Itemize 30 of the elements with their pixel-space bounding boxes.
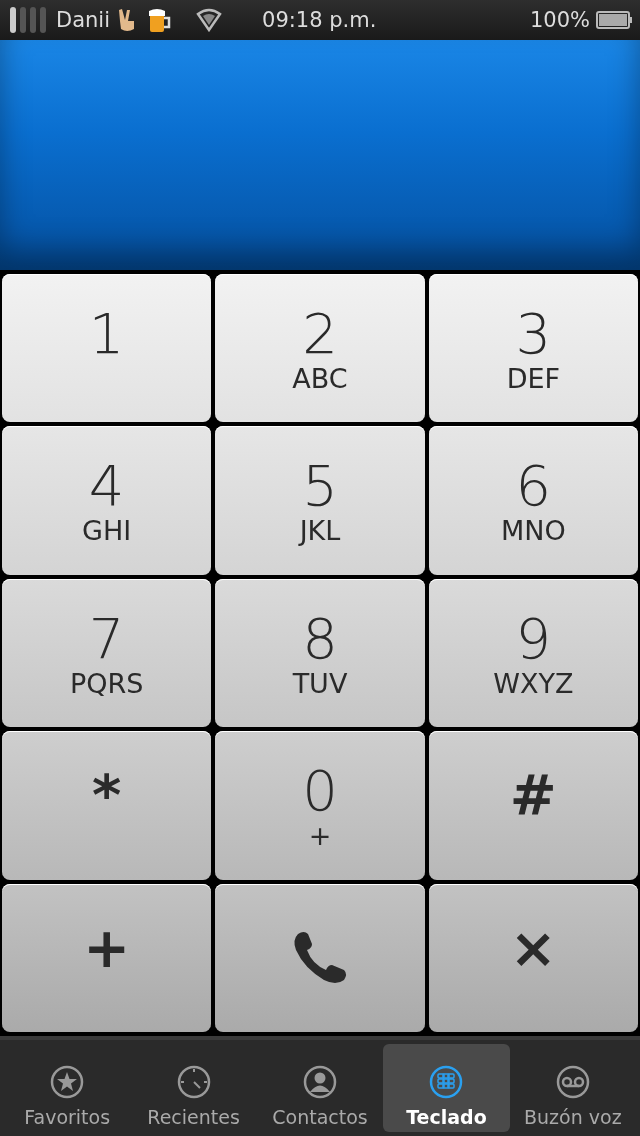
dial-key[interactable]: × — [428, 883, 638, 1032]
carrier-name: Danii — [56, 8, 111, 32]
dial-key[interactable]: 0 + — [215, 731, 425, 880]
tab[interactable]: Buzón voz — [509, 1044, 637, 1132]
battery-percent: 100% — [529, 8, 590, 32]
clock-icon — [175, 1064, 212, 1100]
wifi-icon — [196, 8, 223, 32]
battery-icon — [596, 11, 632, 29]
tab[interactable]: Recientes — [130, 1044, 257, 1132]
dial-key[interactable]: 2 ABC — [215, 274, 425, 423]
clock-time: 09:18 p.m. — [262, 8, 377, 32]
dial-key[interactable]: 8 TUV — [215, 578, 425, 728]
call-button[interactable] — [215, 883, 425, 1032]
dial-key[interactable]: 7 PQRS — [2, 578, 212, 728]
tab[interactable]: Teclado — [383, 1044, 510, 1132]
keypad-icon — [428, 1064, 465, 1100]
dial-key[interactable]: 9 WXYZ — [428, 578, 638, 728]
dial-key[interactable]: + — [2, 883, 212, 1032]
dial-key[interactable]: # — [428, 731, 638, 880]
tab[interactable]: Favoritos — [4, 1044, 131, 1132]
dial-key[interactable]: 4 GHI — [2, 426, 212, 575]
tab[interactable]: Contactos — [256, 1044, 384, 1132]
voicemail-icon — [554, 1064, 591, 1100]
dial-key[interactable]: 5 JKL — [215, 426, 425, 575]
dial-key[interactable]: 6 MNO — [428, 426, 638, 575]
dial-key[interactable]: 3 DEF — [428, 274, 638, 423]
dial-key[interactable]: 1 — [2, 274, 212, 423]
dial-key[interactable]: * — [2, 731, 212, 880]
person-icon — [302, 1064, 338, 1100]
beer-mug-icon — [148, 7, 173, 33]
